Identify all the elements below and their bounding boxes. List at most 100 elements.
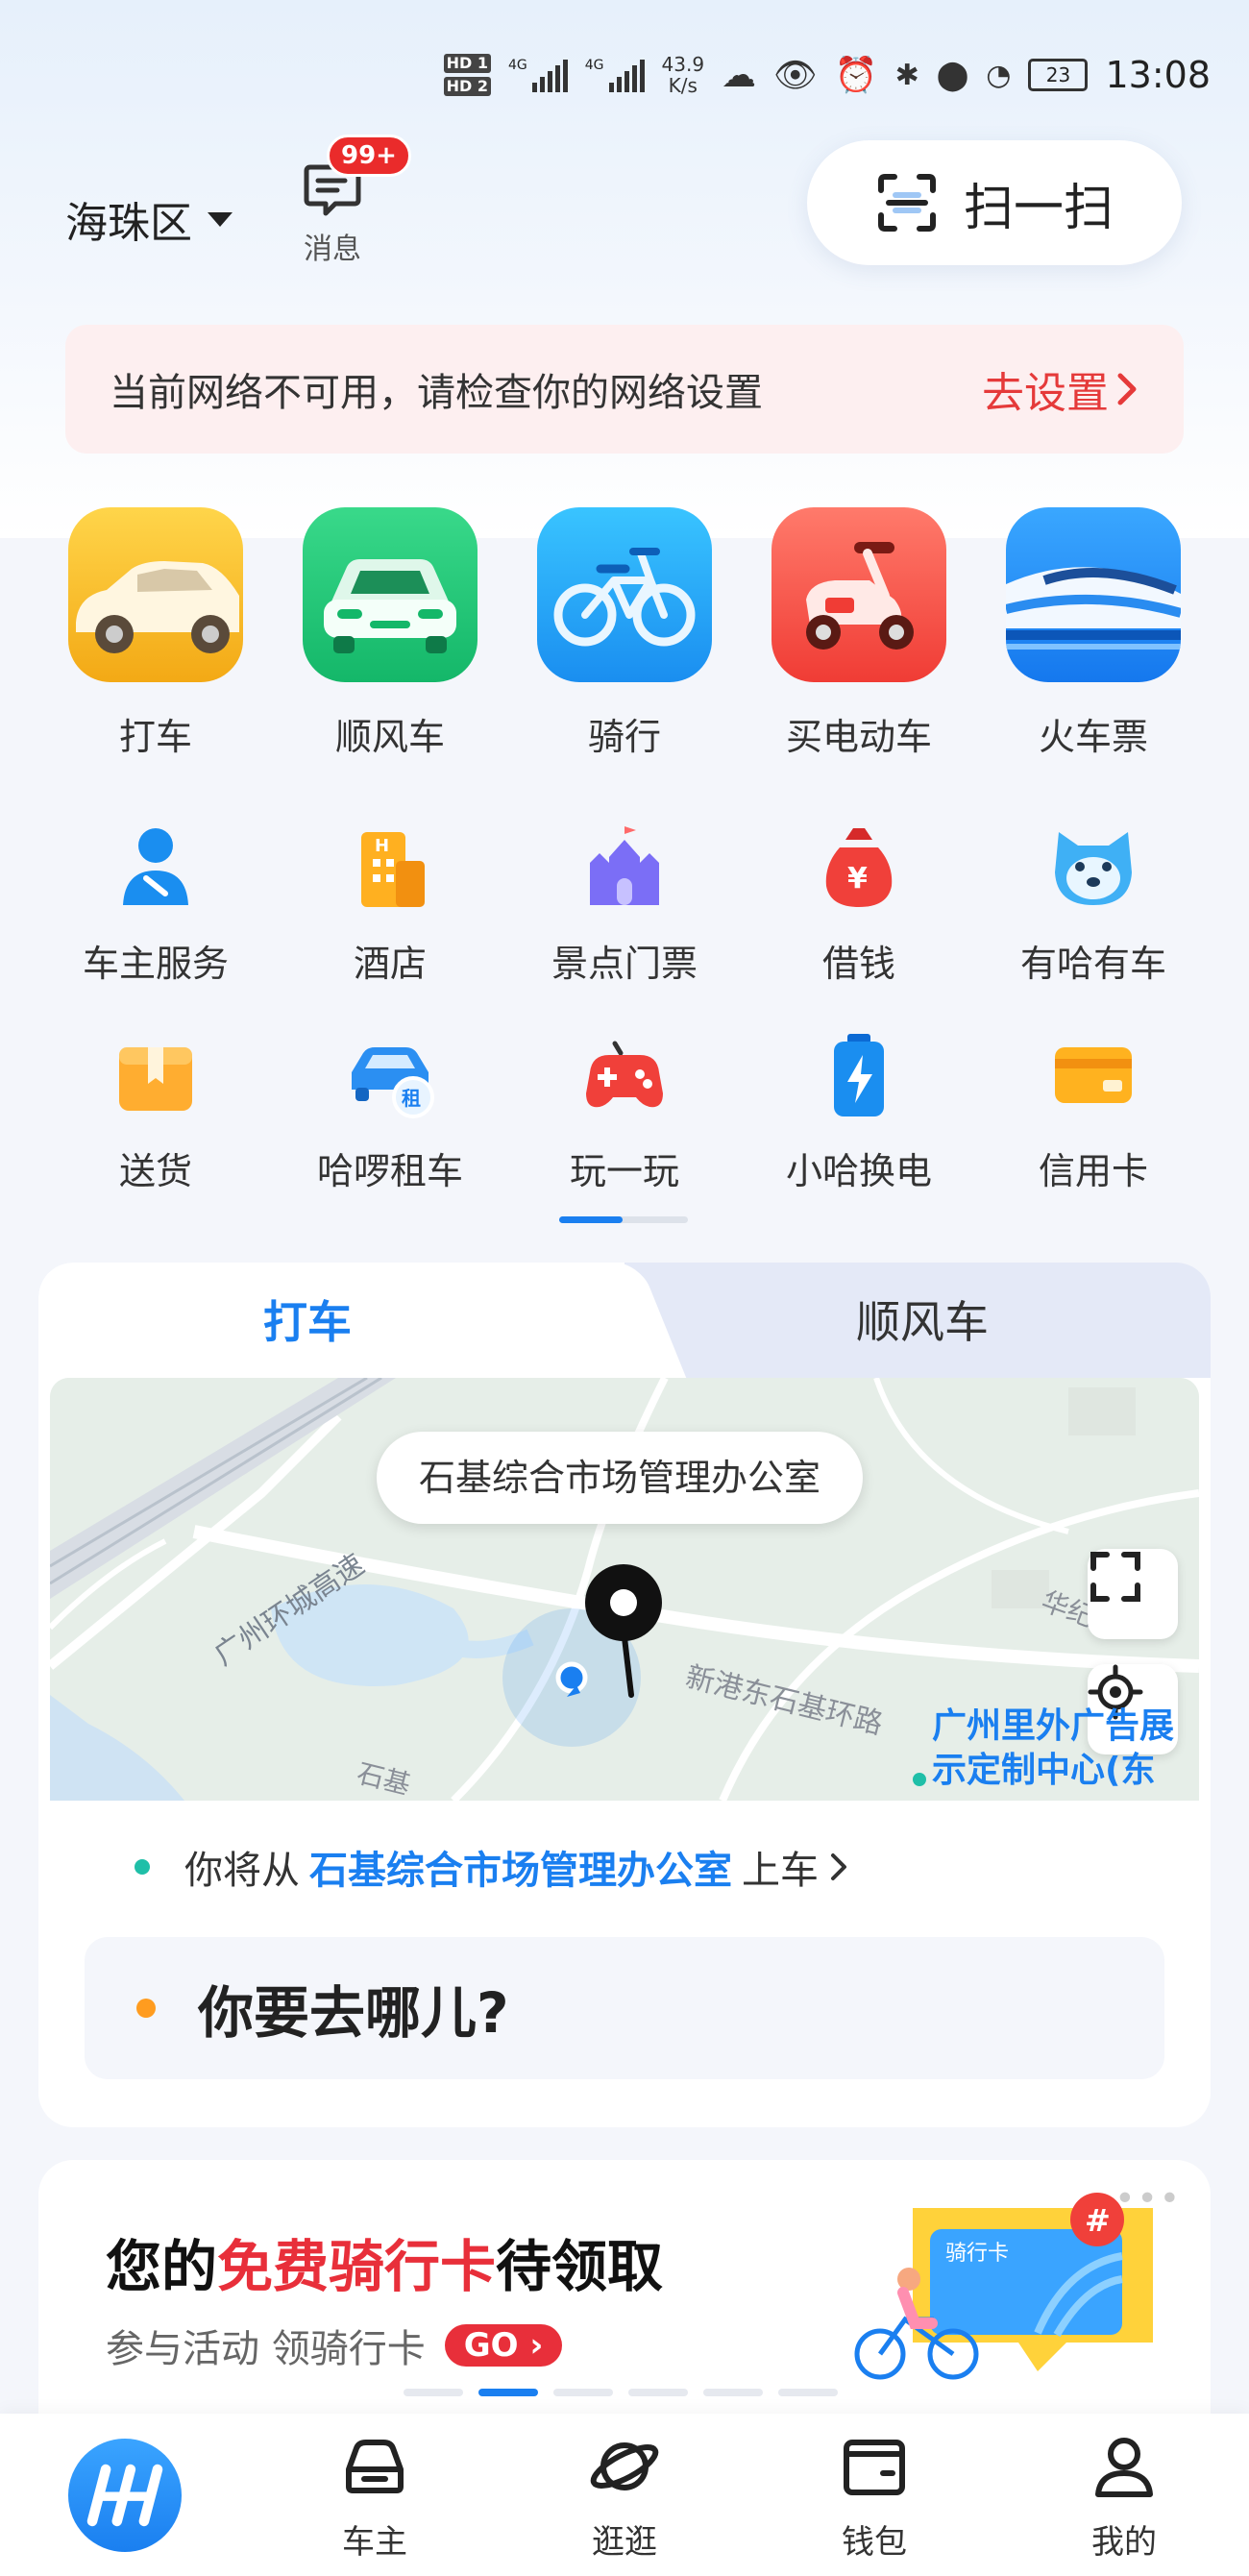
- driver-service-icon: [108, 819, 204, 915]
- carpool-car-icon: [303, 507, 478, 682]
- bluetooth-icon: ✱: [894, 58, 919, 92]
- service-label: 有哈有车: [1019, 943, 1166, 985]
- nav-browse[interactable]: 逛逛: [528, 2427, 721, 2563]
- service-label: 火车票: [1038, 716, 1148, 758]
- service-label: 骑行: [587, 716, 661, 758]
- chevron-right-icon: [1117, 373, 1137, 405]
- promo-page-indicator: [404, 2389, 838, 2396]
- pickup-dot-icon: [135, 1859, 150, 1875]
- service-carpool[interactable]: 顺风车: [273, 507, 507, 760]
- wechat-notify-icon: ☁: [722, 55, 757, 95]
- service-label: 玩一玩: [569, 1150, 679, 1192]
- svg-text:#: #: [1085, 2202, 1111, 2239]
- network-warning-text: 当前网络不可用，请检查你的网络设置: [110, 371, 763, 415]
- hello-logo-icon: [68, 2438, 182, 2552]
- destination-dot-icon: [136, 1999, 156, 2018]
- tab-carpool[interactable]: 顺风车: [634, 1263, 1211, 1378]
- service-bike[interactable]: 骑行: [507, 507, 742, 760]
- nav-wallet[interactable]: 钱包: [778, 2427, 970, 2563]
- train-icon: [1006, 507, 1181, 682]
- nav-driver[interactable]: 车主: [279, 2427, 471, 2563]
- person-icon: [1095, 2438, 1153, 2497]
- service-label: 借钱: [821, 943, 895, 985]
- service-ebike[interactable]: 买电动车: [742, 507, 976, 760]
- money-bag-icon: ¥: [811, 819, 907, 915]
- pickup-row[interactable]: 你将从 石基综合市场管理办公室 上车: [135, 1839, 849, 1895]
- service-play[interactable]: 玩一玩: [507, 1026, 742, 1194]
- scan-button[interactable]: 扫一扫: [807, 140, 1182, 265]
- main-services: 打车 顺风车 骑行 买电动车 火车票: [38, 507, 1211, 760]
- promo-page-dot: [703, 2389, 763, 2396]
- package-icon: [108, 1026, 204, 1122]
- service-hotel[interactable]: H 酒店: [273, 819, 507, 987]
- network-warning-banner: 当前网络不可用，请检查你的网络设置 去设置: [65, 325, 1184, 454]
- promo-page-dot: [628, 2389, 688, 2396]
- rental-car-icon: 租: [342, 1026, 438, 1122]
- services-page-indicator: [559, 1216, 688, 1223]
- pickup-location-pill[interactable]: 石基综合市场管理办公室: [377, 1432, 864, 1524]
- fullscreen-icon: [1090, 1552, 1140, 1602]
- service-driver[interactable]: 车主服务: [38, 819, 273, 987]
- service-delivery[interactable]: 送货: [38, 1026, 273, 1194]
- tab-taxi[interactable]: 打车: [38, 1263, 576, 1378]
- go-settings-link[interactable]: 去设置: [982, 358, 1139, 420]
- car-outline-icon: [346, 2440, 404, 2493]
- promo-page-dot: [404, 2389, 463, 2396]
- wallet-icon: [844, 2440, 905, 2495]
- svg-text:¥: ¥: [847, 862, 868, 895]
- service-label: 打车: [118, 716, 192, 758]
- service-taxi[interactable]: 打车: [38, 507, 273, 760]
- service-rental[interactable]: 租 哈啰租车: [273, 1026, 507, 1194]
- nav-profile[interactable]: 我的: [1028, 2427, 1220, 2563]
- nav-label: 逛逛: [592, 2523, 657, 2562]
- battery-icon: 23: [1028, 59, 1089, 91]
- destination-placeholder: 你要去哪儿?: [198, 1980, 509, 2046]
- service-label: 景点门票: [551, 943, 698, 985]
- map-view[interactable]: 广州环城高速 新港东石基环路 华纪路 石基 石基综合市场管理办公室 广州里外广告…: [50, 1378, 1199, 1801]
- svg-text:租: 租: [402, 1087, 421, 1110]
- services-row-2: 车主服务 H 酒店 景点门票 ¥ 借钱 有哈有车: [38, 819, 1211, 987]
- husky-icon: [1045, 819, 1141, 915]
- fullscreen-button[interactable]: [1088, 1549, 1178, 1639]
- messages-label: 消息: [304, 233, 361, 266]
- service-label: 酒店: [353, 943, 427, 985]
- service-label: 信用卡: [1038, 1150, 1148, 1192]
- nav-home[interactable]: [29, 2438, 221, 2552]
- speedometer-icon: ◔: [986, 58, 1012, 92]
- battery-swap-icon: [811, 1026, 907, 1122]
- service-credit-card[interactable]: 信用卡: [976, 1026, 1211, 1194]
- service-tickets[interactable]: 景点门票: [507, 819, 742, 987]
- promo-subtitle: 参与活动 领骑行卡 GO ›: [106, 2318, 563, 2373]
- city-selector[interactable]: 海珠区: [65, 188, 233, 250]
- map-poi-label[interactable]: 广州里外广告展 示定制中心(东: [932, 1705, 1174, 1793]
- city-name: 海珠区: [65, 199, 192, 248]
- destination-input[interactable]: 你要去哪儿?: [85, 1937, 1164, 2079]
- promo-page-dot: [553, 2389, 613, 2396]
- bicycle-icon: [537, 507, 712, 682]
- card-label: 骑行卡: [945, 2242, 1009, 2266]
- service-label: 送货: [118, 1150, 192, 1192]
- scan-label: 扫一扫: [963, 179, 1114, 237]
- nav-label: 钱包: [842, 2523, 907, 2562]
- service-train[interactable]: 火车票: [976, 507, 1211, 760]
- ride-card: 打车 顺风车 广州环城高速 新港东石基环路 华纪路 石基 石基综合市场管理办公室…: [38, 1263, 1211, 2127]
- gamepad-icon: [576, 1026, 673, 1122]
- nav-label: 我的: [1091, 2523, 1157, 2562]
- location-icon: ⬤: [936, 58, 969, 92]
- taxi-car-icon: [68, 507, 243, 682]
- bottom-nav: 车主 逛逛 钱包 我的: [0, 2414, 1249, 2576]
- go-button[interactable]: GO ›: [444, 2324, 563, 2367]
- scan-icon: [877, 174, 936, 232]
- castle-icon: [576, 819, 673, 915]
- promo-page-dot: [478, 2389, 538, 2396]
- planet-icon: [590, 2442, 659, 2490]
- hotel-icon: H: [342, 819, 438, 915]
- caret-down-icon: [208, 211, 233, 227]
- pickup-place: 石基综合市场管理办公室: [309, 1849, 732, 1893]
- svg-text:H: H: [375, 836, 389, 856]
- network-speed: 43.9 K/s: [661, 53, 705, 97]
- service-loan[interactable]: ¥ 借钱: [742, 819, 976, 987]
- service-youha[interactable]: 有哈有车: [976, 819, 1211, 987]
- service-battery-swap[interactable]: 小哈换电: [742, 1026, 976, 1194]
- riding-card-illustration: 骑行卡 #: [854, 2193, 1153, 2380]
